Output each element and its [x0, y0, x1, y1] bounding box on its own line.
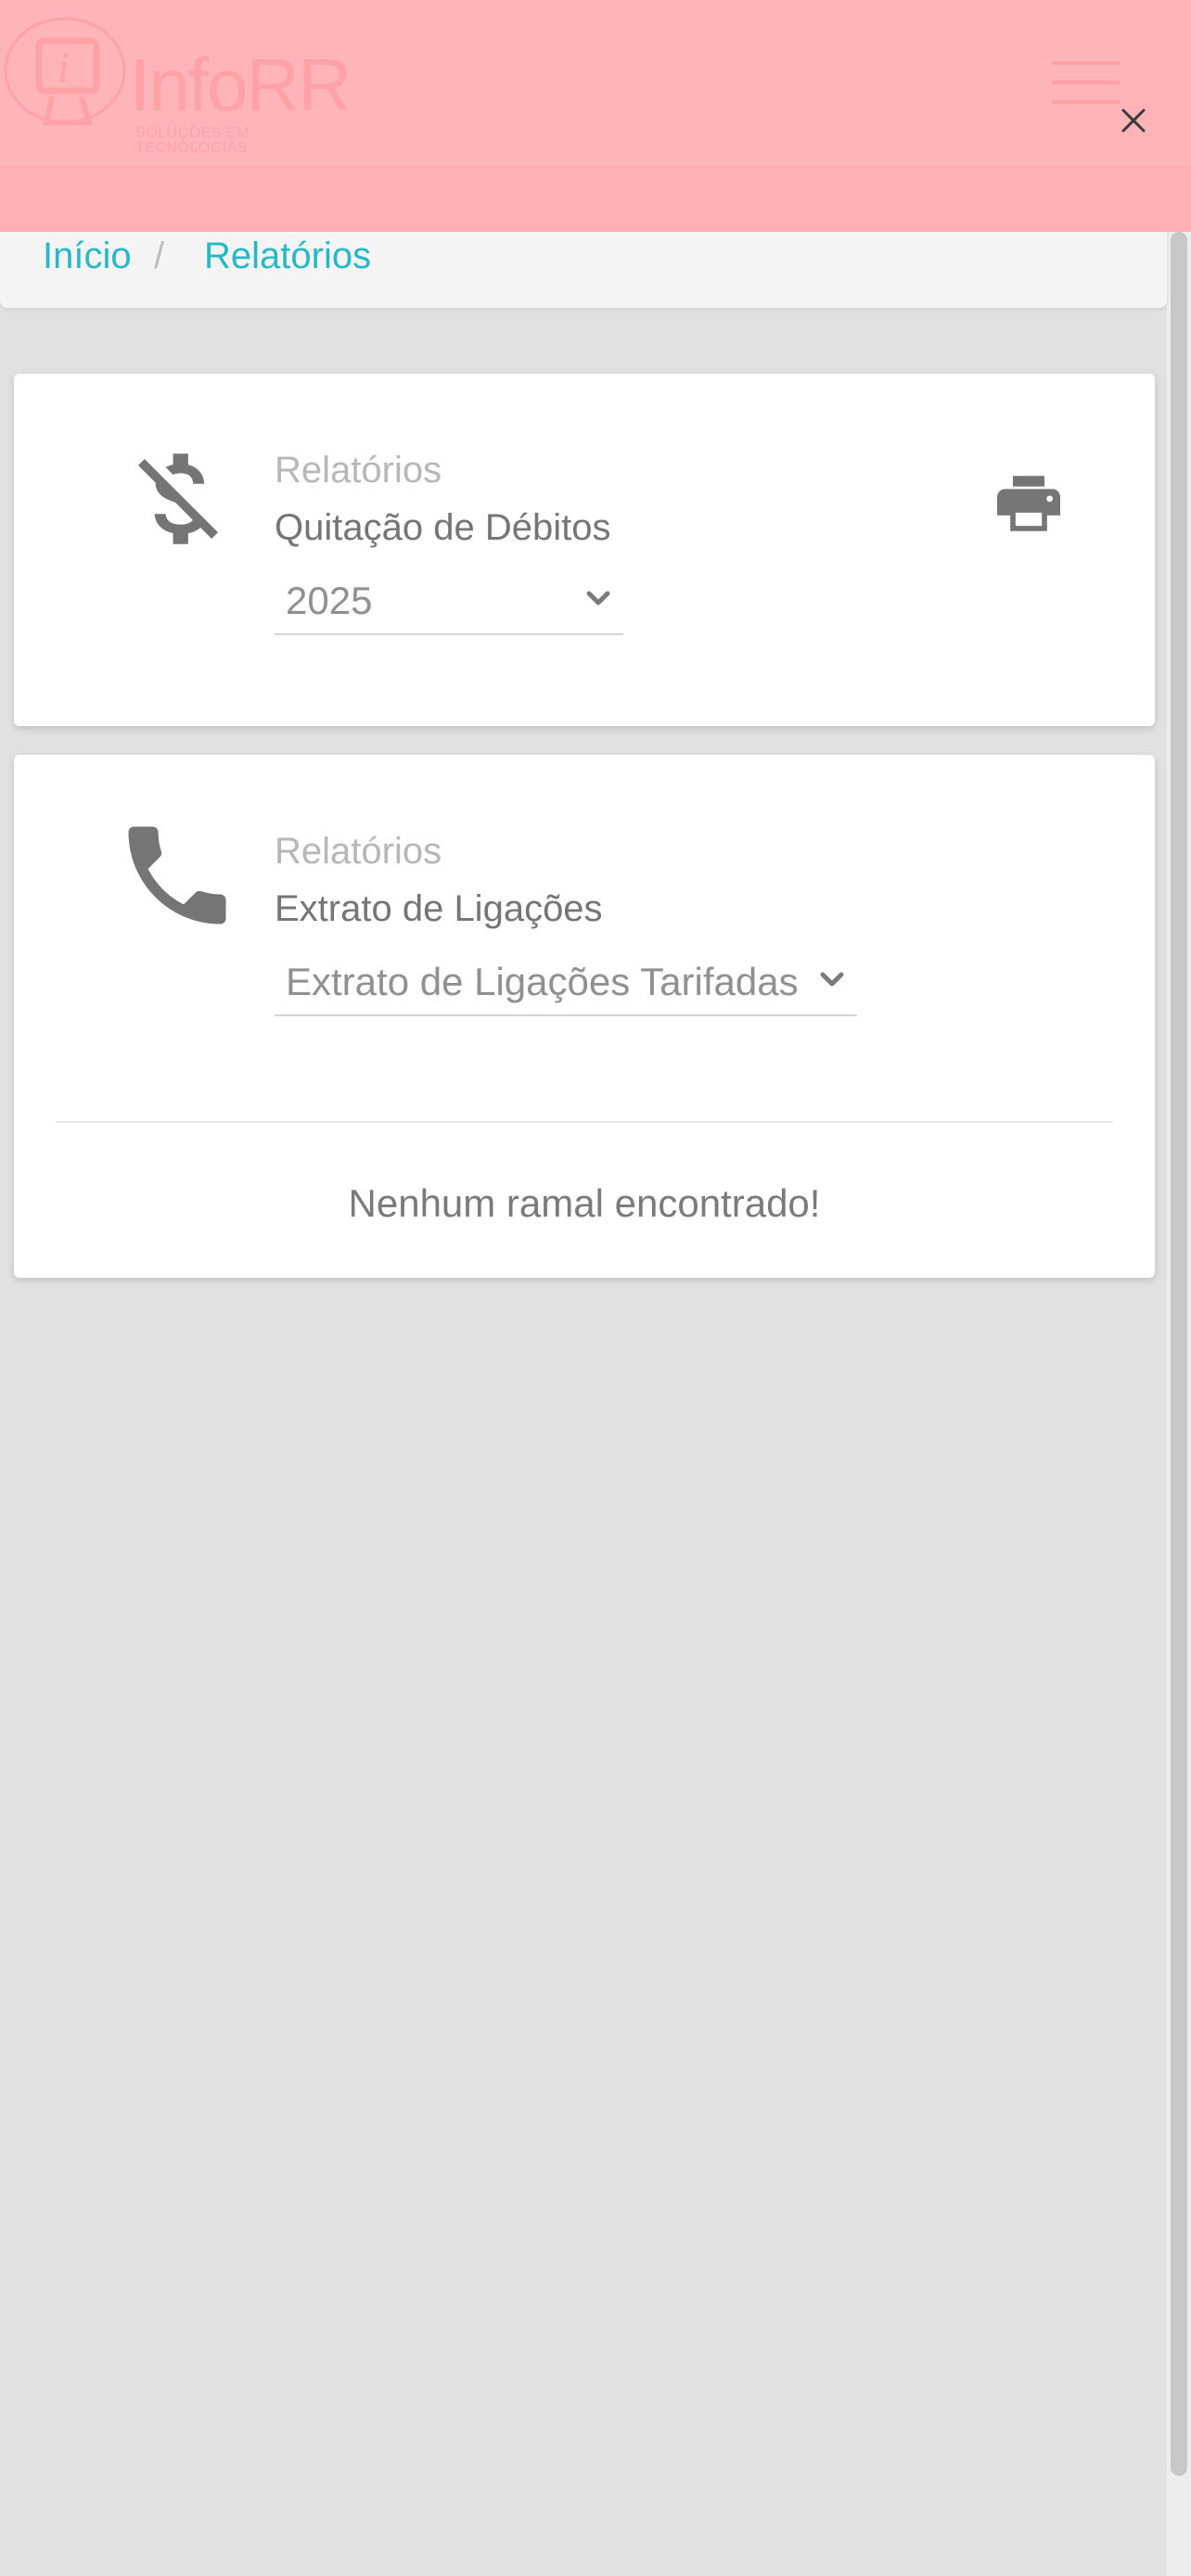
phone-icon — [128, 826, 226, 925]
breadcrumb-reports-link[interactable]: Relatórios — [204, 237, 371, 274]
empty-state-message: Nenhum ramal encontrado! — [348, 1181, 821, 1225]
card-title: Quitação de Débitos — [275, 507, 611, 548]
card-eyebrow: Relatórios — [275, 450, 442, 491]
svg-text:i: i — [58, 44, 70, 91]
logo-monitor-icon: i — [4, 17, 126, 125]
breadcrumb-home-link[interactable]: Início — [43, 237, 132, 274]
logo[interactable]: i InfoRR SOLUÇÕES EM TECNOLOGIAS — [0, 13, 352, 156]
year-select-value: 2025 — [286, 579, 373, 622]
statement-type-select-value: Extrato de Ligações Tarifadas — [286, 960, 799, 1003]
logo-tagline: SOLUÇÕES EM TECNOLOGIAS — [135, 125, 250, 156]
menu-hamburger-icon[interactable] — [1052, 61, 1121, 106]
card-eyebrow: Relatórios — [275, 831, 442, 872]
year-select[interactable]: 2025 — [275, 567, 623, 635]
print-button[interactable] — [997, 476, 1060, 531]
header-band — [0, 165, 1191, 232]
divider — [56, 1121, 1113, 1123]
logo-name: InfoRR — [130, 44, 352, 126]
chevron-down-icon — [820, 972, 844, 987]
print-icon — [997, 476, 1060, 531]
call-statement-card: Relatórios Extrato de Ligações Extrato d… — [14, 755, 1155, 1278]
breadcrumb-separator: / — [154, 236, 165, 276]
close-button[interactable] — [1115, 102, 1152, 139]
close-icon — [1121, 108, 1146, 133]
app-header: i InfoRR SOLUÇÕES EM TECNOLOGIAS — [0, 0, 1191, 232]
scrollbar-thumb[interactable] — [1171, 232, 1187, 2476]
card-title: Extrato de Ligações — [275, 888, 603, 929]
chevron-down-icon — [586, 591, 610, 606]
debt-settlement-card: Relatórios Quitação de Débitos 2025 — [14, 374, 1155, 726]
money-off-icon — [137, 453, 219, 544]
statement-type-select[interactable]: Extrato de Ligações Tarifadas — [275, 948, 857, 1016]
